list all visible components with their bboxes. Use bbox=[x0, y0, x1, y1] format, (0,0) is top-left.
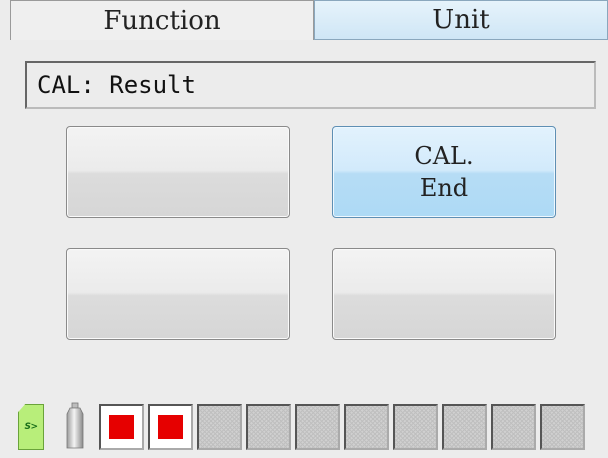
gas-bottle-icon bbox=[66, 402, 84, 449]
slot-2 bbox=[148, 404, 193, 450]
slot-6 bbox=[344, 404, 389, 450]
status-text: CAL: Result bbox=[37, 71, 196, 99]
tab-bar: Function Unit bbox=[0, 0, 608, 42]
slot-10 bbox=[540, 404, 585, 450]
slot-8 bbox=[442, 404, 487, 450]
slot-9 bbox=[491, 404, 536, 450]
slot-7 bbox=[393, 404, 438, 450]
function-button-3[interactable] bbox=[66, 248, 290, 340]
slot-5 bbox=[295, 404, 340, 450]
sd-card-icon: S> bbox=[18, 404, 44, 450]
slot-4 bbox=[246, 404, 291, 450]
function-button-4[interactable] bbox=[332, 248, 556, 340]
status-display: CAL: Result bbox=[25, 61, 596, 109]
slot-3 bbox=[197, 404, 242, 450]
tab-function[interactable]: Function bbox=[10, 0, 314, 40]
sd-card-label: S> bbox=[24, 422, 38, 432]
tab-unit[interactable]: Unit bbox=[314, 0, 608, 40]
function-button-1[interactable] bbox=[66, 126, 290, 218]
cal-end-button[interactable]: CAL. End bbox=[332, 126, 556, 218]
slot-1 bbox=[99, 404, 144, 450]
